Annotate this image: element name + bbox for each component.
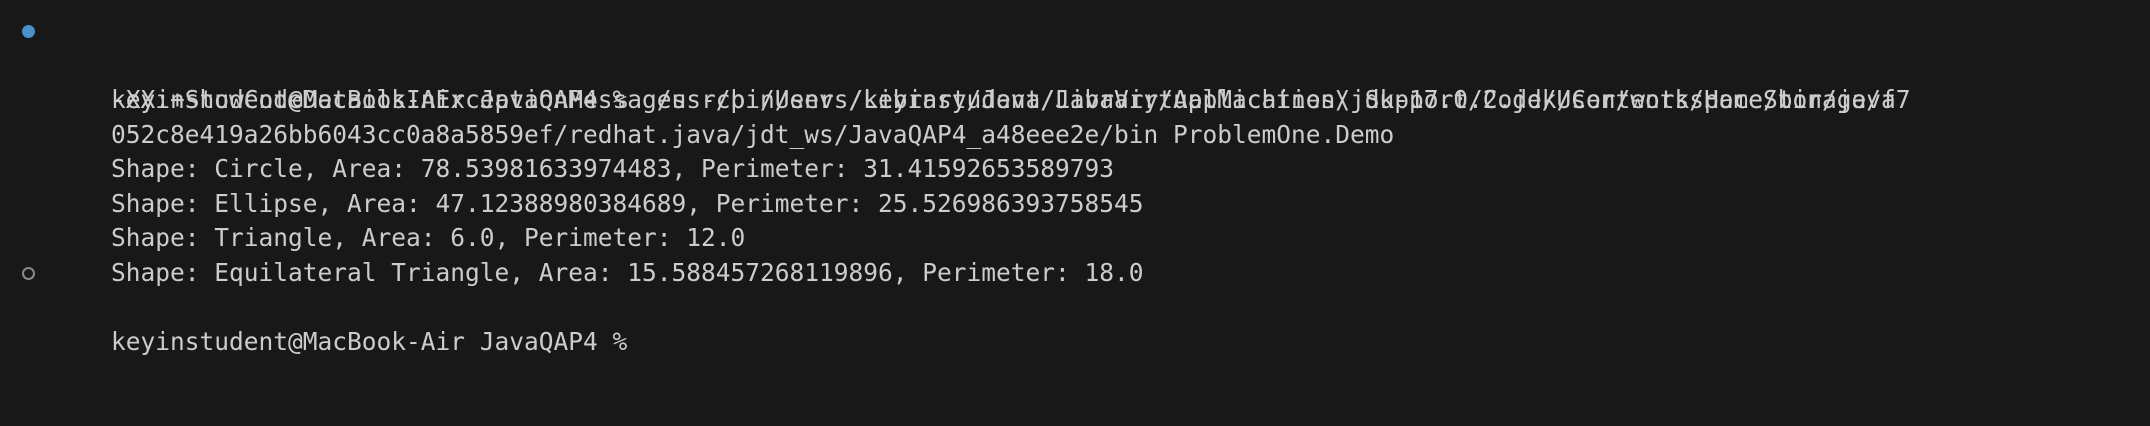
command-success-decoration-icon[interactable] xyxy=(22,25,35,38)
current-prompt-line[interactable]: keyinstudent@MacBook-Air JavaQAP4 % xyxy=(0,256,2150,356)
output-line: Shape: Circle, Area: 78.53981633974483, … xyxy=(0,118,2150,183)
prompt-decoration-icon[interactable] xyxy=(22,266,35,280)
command-continuation-line: 052c8e419a26bb6043cc0a8a5859ef/redhat.ja… xyxy=(0,83,2150,149)
command-prompt-line: keyinstudent@MacBook-Air JavaQAP4 % /usr… xyxy=(0,14,2150,114)
prompt-text: keyinstudent@MacBook-Air JavaQAP4 % xyxy=(111,326,643,356)
output-line: Shape: Equilateral Triangle, Area: 15.58… xyxy=(0,221,2150,287)
terminal-panel[interactable]: keyinstudent@MacBook-Air JavaQAP4 % /usr… xyxy=(0,0,2150,426)
command-continuation-line: -XX:+ShowCodeDetailsInExceptionMessages … xyxy=(0,49,2150,114)
output-line: Shape: Ellipse, Area: 47.12388980384689,… xyxy=(0,152,2150,218)
output-line: Shape: Triangle, Area: 6.0, Perimeter: 1… xyxy=(0,187,2150,252)
